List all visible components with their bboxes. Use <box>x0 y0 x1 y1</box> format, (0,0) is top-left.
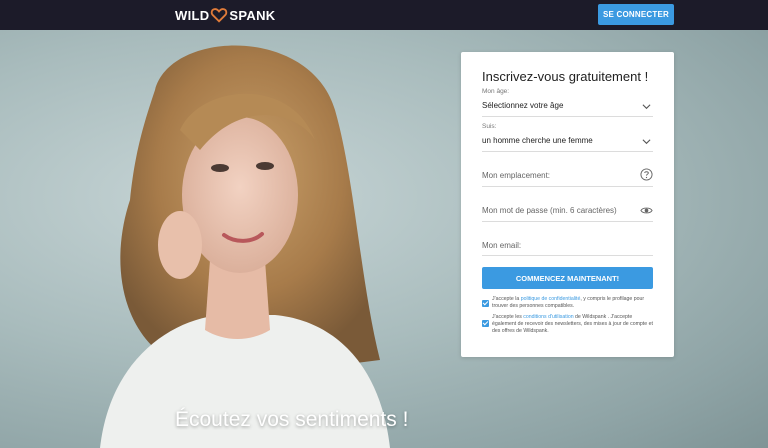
login-button[interactable]: SE CONNECTER <box>598 4 674 25</box>
terms-consent-text: J'accepte les conditions d'utilisation d… <box>492 314 653 335</box>
consent-text: J'accepte les <box>492 314 524 320</box>
hero-portrait-image <box>100 45 390 448</box>
privacy-consent-checkbox[interactable] <box>482 300 489 307</box>
gender-select[interactable]: Suis: un homme cherche une femme <box>482 123 653 152</box>
start-now-button[interactable]: COMMENCEZ MAINTENANT! <box>482 267 653 289</box>
top-bar: WILD SPANK SE CONNECTER <box>0 0 768 30</box>
chevron-down-icon <box>642 104 651 110</box>
age-value: Sélectionnez votre âge <box>482 101 564 110</box>
age-select[interactable]: Mon âge: Sélectionnez votre âge <box>482 88 653 117</box>
chevron-down-icon <box>642 139 651 145</box>
age-label: Mon âge: <box>482 88 510 95</box>
terms-of-use-link[interactable]: conditions d'utilisation <box>523 314 573 320</box>
question-mark-icon[interactable] <box>640 168 653 181</box>
consent-text: J'accepte la <box>492 296 521 302</box>
location-field[interactable]: Mon emplacement: <box>482 165 653 187</box>
email-placeholder: Mon email: <box>482 241 522 250</box>
logo-right-text: SPANK <box>229 7 276 23</box>
logo-left-text: WILD <box>175 7 210 23</box>
gender-value: un homme cherche une femme <box>482 136 593 145</box>
eye-icon[interactable] <box>640 204 653 217</box>
heart-logo-icon <box>211 8 228 23</box>
privacy-consent-text: J'accepte la politique de confidentialit… <box>492 296 653 310</box>
logo[interactable]: WILD SPANK <box>175 6 275 24</box>
signup-title: Inscrivez-vous gratuitement ! <box>482 69 649 84</box>
gender-label: Suis: <box>482 123 497 130</box>
password-field[interactable]: Mon mot de passe (min. 6 caractères) <box>482 200 653 222</box>
signup-card: Inscrivez-vous gratuitement ! Mon âge: S… <box>461 52 674 357</box>
password-placeholder: Mon mot de passe (min. 6 caractères) <box>482 206 617 215</box>
hero-headline: Écoutez vos sentiments ! <box>175 408 409 431</box>
location-placeholder: Mon emplacement: <box>482 171 551 180</box>
email-field[interactable]: Mon email: <box>482 234 653 256</box>
privacy-policy-link[interactable]: politique de confidentialité <box>521 296 581 302</box>
terms-consent-checkbox[interactable] <box>482 320 489 327</box>
